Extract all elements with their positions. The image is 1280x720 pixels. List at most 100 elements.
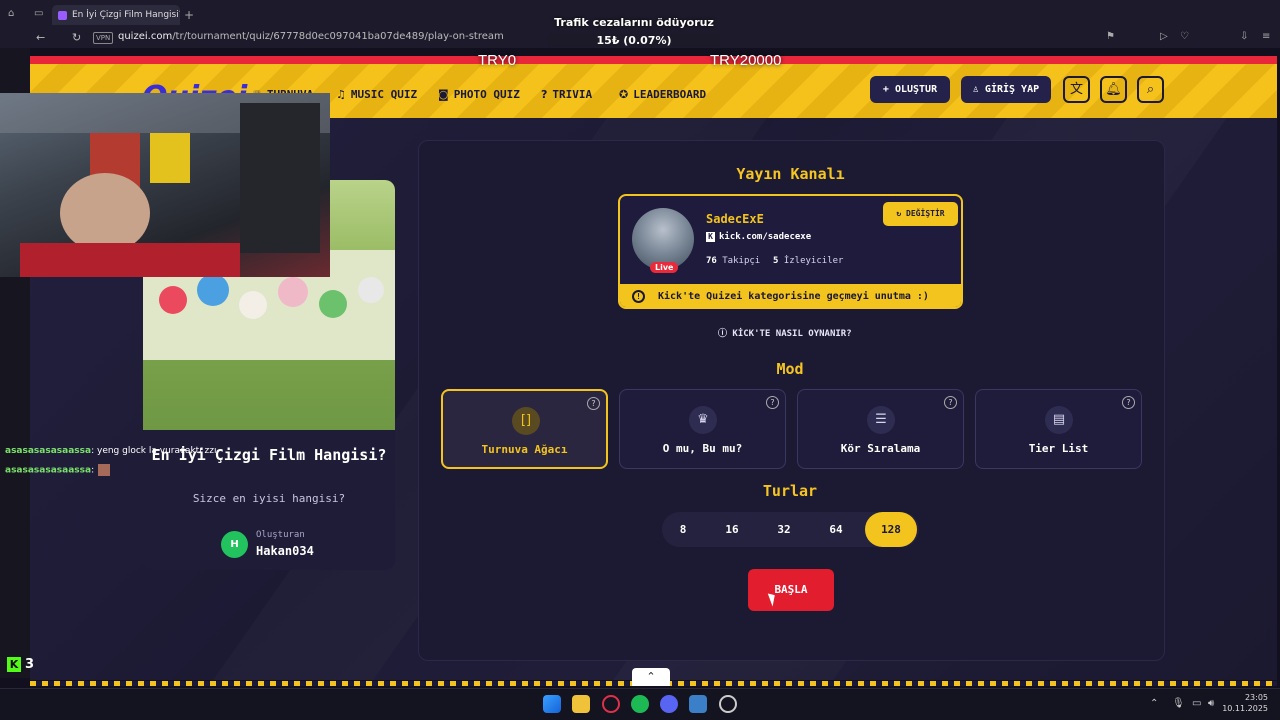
microphone-icon[interactable]: 🎙︎	[1172, 698, 1185, 709]
help-icon: ⓘ	[718, 329, 733, 339]
crown-icon: ♛	[689, 406, 717, 434]
creator-name[interactable]: Hakan034	[256, 544, 314, 558]
speaker-icon[interactable]: 🔊︎	[1208, 698, 1214, 709]
obs-icon[interactable]	[719, 695, 737, 713]
nav-leaderboard[interactable]: ✪ LEADERBOARD	[619, 88, 706, 101]
creator-label: Oluşturan	[256, 530, 305, 540]
discord-icon[interactable]	[660, 695, 678, 713]
warning-text: Kick'te Quizei kategorisine geçmeyi unut…	[658, 291, 929, 302]
nav-label: PHOTO QUIZ	[453, 88, 520, 101]
play-icon[interactable]: ▷	[1160, 31, 1168, 42]
login-button[interactable]: ♙ GİRİŞ YAP	[961, 76, 1051, 103]
change-label: DEĞİŞTİR	[906, 209, 945, 218]
viewers-label: İzleyiciler	[783, 256, 844, 266]
app-icon[interactable]	[689, 695, 707, 713]
user-icon: ♙	[972, 84, 985, 95]
how-to-play-link[interactable]: ⓘ KİCK'TE NASIL OYNANIR?	[718, 326, 852, 339]
language-icon[interactable]: 文	[1063, 76, 1090, 103]
donation-progress: 15₺ (0.07%)	[548, 34, 720, 47]
goal-start: TRY0	[478, 52, 517, 69]
question-icon: ?	[541, 88, 548, 101]
new-tab-icon[interactable]: +	[184, 8, 194, 22]
mode-label: Turnuva Ağacı	[481, 443, 568, 456]
vpn-badge[interactable]: VPN	[93, 32, 114, 44]
opera-icon[interactable]	[602, 695, 620, 713]
refresh-icon: ↻	[896, 209, 907, 218]
menu-icon[interactable]: ≡	[1262, 31, 1270, 42]
round-option[interactable]: 32	[762, 512, 806, 547]
chevron-up-icon[interactable]: ⌃	[632, 668, 670, 686]
chat-message: asasasasasaassa: yeng glock la vuracaktı…	[5, 446, 217, 456]
streamer-url[interactable]: Kkick.com/sadecexe	[706, 232, 811, 242]
nav-label: MUSIC QUIZ	[350, 88, 418, 101]
chat-message: asasasasasaassa:	[5, 464, 111, 476]
mode-heading: Mod	[776, 360, 804, 378]
stream-channel-card: Live SadecExE Kkick.com/sadecexe 76 Taki…	[618, 194, 963, 309]
login-label: GİRİŞ YAP	[984, 84, 1040, 95]
quiz-subtitle: Sizce en iyisi hangisi?	[192, 492, 346, 505]
network-icon[interactable]: ▭	[1192, 698, 1201, 709]
nav-label: TRIVIA	[552, 88, 593, 101]
help-icon[interactable]: ?	[766, 396, 779, 409]
bell-icon[interactable]: 🔔︎	[1100, 76, 1127, 103]
bracket-icon: []	[512, 407, 540, 435]
round-option[interactable]: 16	[710, 512, 754, 547]
camera-icon: ◙	[438, 88, 449, 101]
list-icon: ☰	[867, 406, 895, 434]
help-icon[interactable]: ?	[944, 396, 957, 409]
browser-menu-icon[interactable]: ⌂	[8, 8, 14, 19]
viewer-counter: K3	[7, 657, 34, 672]
channel-heading: Yayın Kanalı	[736, 165, 845, 183]
mode-blind-ranking[interactable]: ☰ ? Kör Sıralama	[797, 389, 964, 469]
viewer-count: 3	[25, 657, 35, 672]
spotify-icon[interactable]	[631, 695, 649, 713]
mode-tier-list[interactable]: ▤ ? Tier List	[975, 389, 1142, 469]
webcam-overlay	[0, 93, 330, 277]
reload-icon[interactable]: ↻	[72, 31, 81, 44]
browser-tab[interactable]: En İyi Çizgi Film Hangisi?	[52, 5, 180, 25]
warning-icon: !	[632, 290, 645, 303]
url-path: /tr/tournament/quiz/67778d0ec097041ba07d…	[172, 31, 504, 42]
nav-photo-quiz[interactable]: ◙ PHOTO QUIZ	[438, 88, 520, 101]
round-option[interactable]: 8	[664, 512, 702, 547]
change-channel-button[interactable]: ↻ DEĞİŞTİR	[883, 202, 958, 226]
create-button[interactable]: + OLUŞTUR	[870, 76, 950, 103]
download-icon[interactable]: ⇩	[1240, 31, 1248, 42]
award-icon: ✪	[619, 88, 629, 101]
clock-time: 23:05	[1244, 693, 1268, 702]
followers-count: 76	[706, 256, 717, 266]
mode-tournament-bracket[interactable]: [] ? Turnuva Ağacı	[441, 389, 608, 469]
streamer-url-text: kick.com/sadecexe	[719, 232, 812, 242]
tab-favicon-icon	[58, 11, 67, 20]
heart-icon[interactable]: ♡	[1180, 31, 1189, 42]
help-icon[interactable]: ?	[1122, 396, 1135, 409]
viewers-count: 5	[773, 256, 779, 266]
tab-list-icon[interactable]: ▭	[34, 8, 43, 19]
system-clock[interactable]: 23:05 10.11.2025	[1222, 692, 1268, 714]
file-explorer-icon[interactable]	[572, 695, 590, 713]
url-field[interactable]: quizei.com/tr/tournament/quiz/67778d0ec0…	[118, 31, 504, 42]
mode-this-or-that[interactable]: ♛ ? O mu, Bu mu?	[619, 389, 786, 469]
rounds-heading: Turlar	[762, 482, 818, 500]
followers-stat: 76 Takipçi	[706, 256, 760, 266]
nav-trivia[interactable]: ? TRIVIA	[541, 88, 592, 101]
tray-chevron-icon[interactable]: ⌃	[1150, 698, 1158, 709]
clock-date: 10.11.2025	[1222, 704, 1268, 713]
category-warning: ! Kick'te Quizei kategorisine geçmeyi unu…	[620, 284, 961, 307]
round-option[interactable]: 64	[814, 512, 858, 547]
chat-text: : yeng glock la vuracaktı zzı	[91, 446, 217, 456]
viewers-stat: 5 İzleyiciler	[773, 256, 843, 266]
mode-label: O mu, Bu mu?	[662, 442, 743, 455]
help-icon[interactable]: ?	[587, 397, 600, 410]
start-button[interactable]: BAŞLA	[748, 569, 834, 611]
windows-start-icon[interactable]	[543, 695, 561, 713]
round-option-selected[interactable]: 128	[865, 512, 917, 547]
emote-icon	[98, 464, 111, 476]
bookmark-icon[interactable]: ⚑	[1106, 31, 1115, 42]
table-icon: ▤	[1045, 406, 1073, 434]
search-icon[interactable]: ⌕	[1137, 76, 1164, 103]
streamer-name: SadecExE	[706, 212, 764, 226]
back-icon[interactable]: ←	[36, 31, 45, 44]
streamer-webcam-image	[0, 93, 330, 277]
nav-music-quiz[interactable]: ♫ MUSIC QUIZ	[336, 88, 417, 101]
